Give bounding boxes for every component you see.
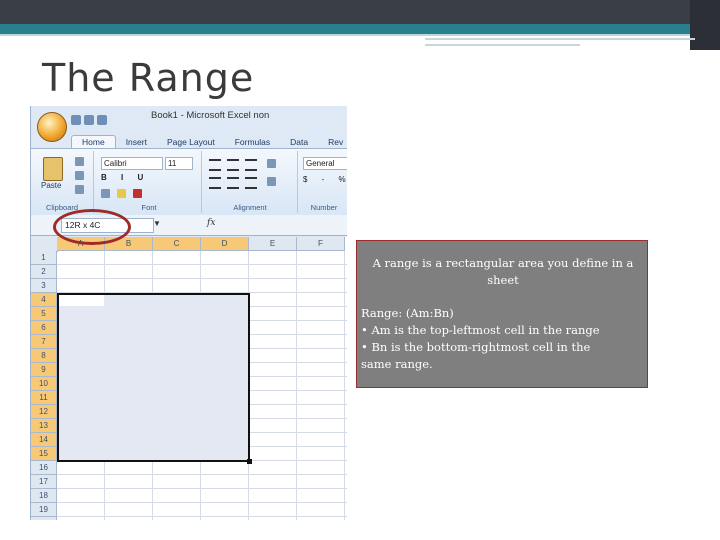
row-header-4[interactable]: 4 (31, 293, 57, 307)
font-size-box[interactable]: 11 (165, 157, 193, 170)
row-header-5[interactable]: 5 (31, 307, 57, 321)
row-header-13[interactable]: 13 (31, 419, 57, 433)
active-cell[interactable] (59, 295, 104, 306)
info-line: Range: (Am:Bn) (361, 306, 454, 320)
ribbon-tabs: Home Insert Page Layout Formulas Data Rev (71, 132, 347, 149)
cut-icon[interactable] (75, 157, 84, 166)
fill-handle[interactable] (247, 459, 252, 464)
font-name-box[interactable]: Calibri (101, 157, 163, 170)
redo-icon[interactable] (97, 115, 107, 125)
info-line: same range. (361, 357, 433, 371)
align-left-icon[interactable] (209, 177, 221, 189)
info-line: • Bn is the bottom-rightmost cell in the (361, 340, 591, 354)
fx-icon[interactable]: fx (207, 218, 215, 228)
excel-screenshot: Book1 - Microsoft Excel non Home Insert Pa… (30, 106, 347, 520)
slide-title: The Range (42, 56, 255, 100)
quick-access-toolbar[interactable] (71, 112, 131, 128)
office-button[interactable] (37, 112, 67, 142)
align-center-icon[interactable] (227, 177, 239, 189)
row-header-16[interactable]: 16 (31, 461, 57, 475)
wrap-text-icon[interactable] (267, 159, 276, 168)
selected-range[interactable] (57, 293, 250, 462)
border-icon[interactable] (101, 189, 110, 198)
slide-top-bar (0, 0, 720, 24)
row-header-19[interactable]: 19 (31, 503, 57, 517)
row-header-1[interactable]: 1 (31, 251, 57, 265)
gridline (57, 264, 347, 265)
merge-center-icon[interactable] (267, 177, 276, 186)
info-line: • Am is the top-leftmost cell in the ran… (361, 323, 600, 337)
gridline (57, 516, 347, 517)
row-header-10[interactable]: 10 (31, 377, 57, 391)
row-header-2[interactable]: 2 (31, 265, 57, 279)
slide-top-bar-dark (690, 0, 720, 50)
font-group-label: Font (141, 203, 157, 212)
slide-teal-band (0, 24, 690, 34)
column-header-c[interactable]: C (153, 237, 201, 251)
bold-italic-underline-row[interactable]: B I U (101, 173, 149, 185)
row-header-11[interactable]: 11 (31, 391, 57, 405)
row-header-8[interactable]: 8 (31, 349, 57, 363)
gridline (57, 278, 347, 279)
number-group: General $ - % Number (299, 151, 347, 213)
row-header-20[interactable]: 20 (31, 517, 57, 520)
row-header-9[interactable]: 9 (31, 363, 57, 377)
number-format-box[interactable]: General (303, 157, 347, 170)
info-box: A range is a rectangular area you define… (356, 240, 648, 388)
font-color-icon[interactable] (133, 189, 142, 198)
window-title: Book1 - Microsoft Excel non (151, 110, 270, 121)
row-header-15[interactable]: 15 (31, 447, 57, 461)
align-top-icon[interactable] (209, 159, 221, 171)
gridline (57, 502, 347, 503)
copy-icon[interactable] (75, 171, 84, 180)
row-header-3[interactable]: 3 (31, 279, 57, 293)
row-header-12[interactable]: 12 (31, 405, 57, 419)
info-heading: A range is a rectangular area you define… (372, 256, 634, 287)
row-header-17[interactable]: 17 (31, 475, 57, 489)
clipboard-group: Paste Clipboard (31, 151, 94, 213)
select-all-corner[interactable] (31, 237, 58, 252)
column-header-e[interactable]: E (249, 237, 297, 251)
gridline (57, 488, 347, 489)
number-group-label: Number (310, 203, 338, 212)
row-header-7[interactable]: 7 (31, 335, 57, 349)
slide-teal-thin (0, 34, 690, 36)
ribbon: Paste Clipboard Calibri 11 B I U Font Al… (31, 148, 347, 216)
row-header-6[interactable]: 6 (31, 321, 57, 335)
decorative-line (425, 38, 695, 40)
row-header-14[interactable]: 14 (31, 433, 57, 447)
font-group: Calibri 11 B I U Font (97, 151, 202, 213)
tab-home[interactable]: Home (71, 135, 116, 149)
gridline (57, 474, 347, 475)
align-right-icon[interactable] (245, 177, 257, 189)
align-middle-icon[interactable] (227, 159, 239, 171)
paste-icon[interactable] (43, 157, 63, 181)
info-body: Range: (Am:Bn) • Am is the top-leftmost … (361, 305, 645, 373)
format-painter-icon[interactable] (75, 185, 84, 194)
save-icon[interactable] (71, 115, 81, 125)
alignment-group-label: Alignment (233, 203, 267, 212)
decorative-line (425, 44, 580, 46)
name-box-highlight-ellipse (53, 209, 131, 245)
undo-icon[interactable] (84, 115, 94, 125)
fill-color-icon[interactable] (117, 189, 126, 198)
paste-button-label[interactable]: Paste (41, 181, 61, 190)
row-header-18[interactable]: 18 (31, 489, 57, 503)
alignment-group: Alignment (203, 151, 298, 213)
name-box-dropdown-icon[interactable]: ▼ (153, 219, 161, 228)
column-header-f[interactable]: F (297, 237, 345, 251)
align-bottom-icon[interactable] (245, 159, 257, 171)
column-header-d[interactable]: D (201, 237, 249, 251)
currency-percent-row[interactable]: $ - % (303, 175, 347, 184)
grid[interactable]: ABCDEF1234567891011121314151617181920 (31, 237, 347, 520)
